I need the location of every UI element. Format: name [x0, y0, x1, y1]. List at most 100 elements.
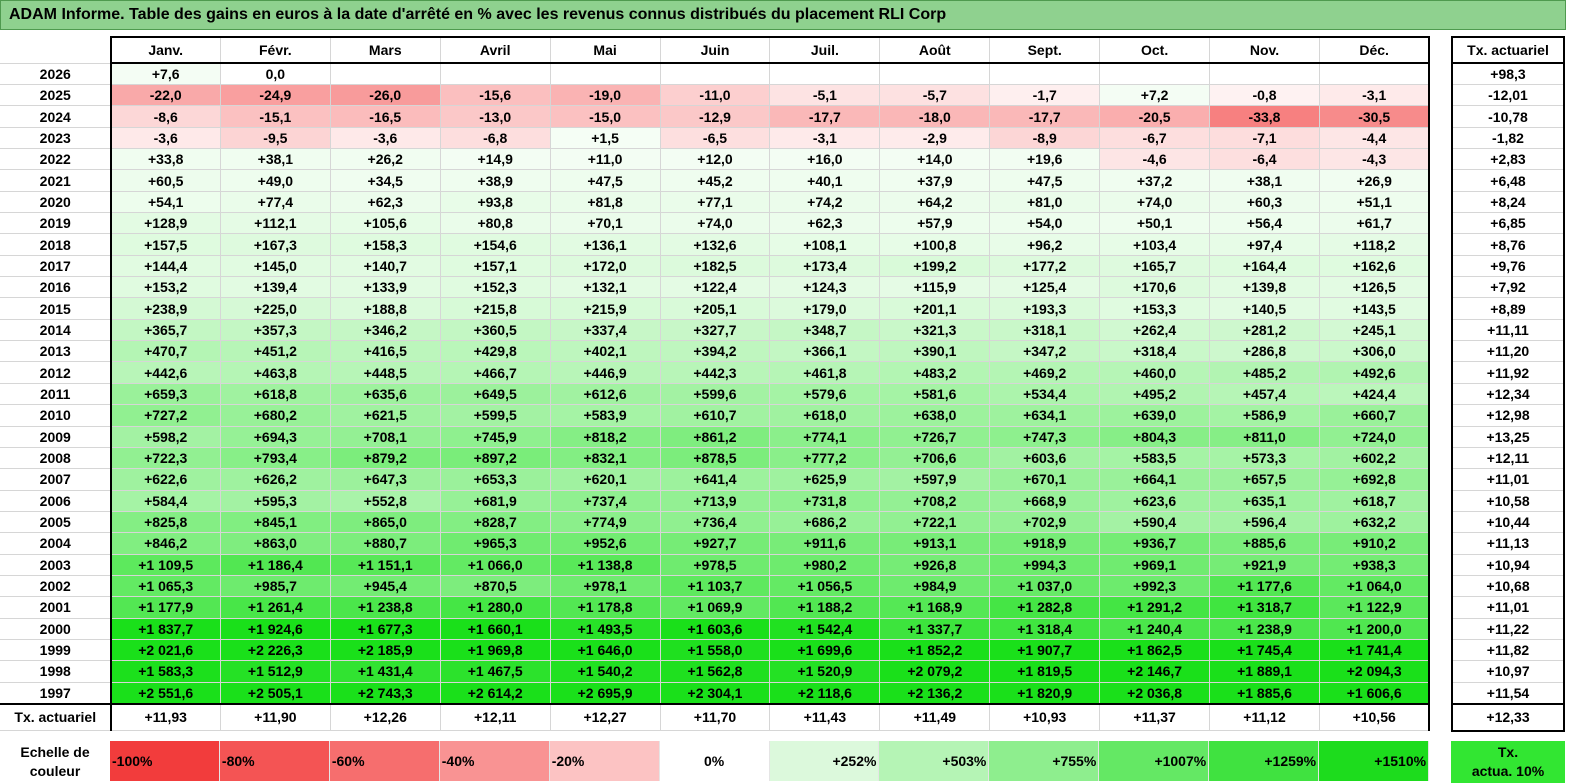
gain-cell: +81,8 [549, 190, 661, 214]
table-row: 2003 +1 109,5 +1 186,4 +1 151,1 +1 066,0 +1 1… [0, 553, 1431, 576]
legend-swatch: +252% [769, 741, 880, 781]
gain-cell: +193,3 [989, 297, 1101, 320]
table-row: 2021 +60,5 +49,0 +34,5 +38,9 +47,5 +45,2 +40,1 +… [0, 169, 1431, 192]
side-row: +9,76 [1451, 254, 1565, 278]
gain-cell: +694,3 [219, 425, 331, 448]
legend-swatch: -80% [219, 741, 330, 781]
gain-cell: +47,5 [989, 169, 1101, 192]
gain-cell: +552,8 [329, 489, 441, 512]
actuarial-rate-swatch: Tx. actua. 10% [1451, 741, 1565, 783]
year-cell: 2004 [0, 532, 112, 555]
monthly-rate-cell: +11,49 [879, 702, 991, 732]
annual-rate-cell: +10,58 [1451, 489, 1565, 512]
gain-cell: +1 852,2 [879, 638, 991, 662]
gain-cell: +1 066,0 [439, 553, 551, 576]
gain-cell: +115,9 [879, 276, 991, 299]
gain-cell: +1 103,7 [659, 574, 771, 598]
gain-cell: +936,7 [1099, 532, 1211, 555]
gain-cell: +26,2 [329, 148, 441, 171]
monthly-rate-cell: +10,93 [989, 702, 1101, 732]
gain-cell: +281,2 [1209, 318, 1320, 342]
annual-rate-cell: +8,76 [1451, 233, 1565, 256]
gain-cell: +965,3 [439, 532, 551, 555]
gain-cell: -5,1 [769, 83, 881, 107]
monthly-rate-cell: +11,70 [659, 702, 771, 732]
footer-row: Tx. actuariel +11,93 +11,90 +12,26 +12,11 +12… [0, 702, 1431, 732]
side-row: +10,94 [1451, 553, 1565, 576]
gain-cell: +442,3 [659, 361, 771, 384]
gain-cell: +37,2 [1099, 169, 1211, 192]
side-row: +11,20 [1451, 340, 1565, 363]
gain-cell: 0,0 [219, 62, 331, 85]
side-row: +2,83 [1451, 148, 1565, 171]
month-header: Janv. [110, 36, 221, 64]
gain-cell: +262,4 [1099, 318, 1211, 342]
gain-cell: +664,1 [1099, 468, 1211, 491]
gain-cell: +818,2 [549, 425, 661, 448]
gain-cell: +618,8 [219, 382, 331, 406]
gain-cell: +126,5 [1318, 276, 1431, 299]
year-cell: 2021 [0, 169, 112, 192]
year-cell: 2026 [0, 62, 112, 85]
gain-cell: +708,1 [329, 425, 441, 448]
gain-cell: +118,2 [1318, 233, 1431, 256]
gain-cell: +179,0 [769, 297, 881, 320]
gain-cell: +177,2 [989, 254, 1101, 278]
gain-cell: +74,2 [769, 190, 881, 214]
annual-rate-cell: +11,13 [1451, 532, 1565, 555]
year-cell: 1999 [0, 638, 112, 662]
gain-cell: +708,2 [879, 489, 991, 512]
gain-cell: +599,6 [659, 382, 771, 406]
gain-cell: +599,5 [439, 404, 551, 427]
gain-cell: +167,3 [219, 233, 331, 256]
gain-cell: +910,2 [1318, 532, 1431, 555]
gain-cell: +595,3 [219, 489, 331, 512]
header-row: Janv. Févr. Mars Avril Mai Juin Juil. Août Sept.… [0, 36, 1431, 64]
year-cell: 2022 [0, 148, 112, 171]
gain-cell: +583,5 [1099, 446, 1211, 470]
annual-rate-cell: +11,01 [1451, 468, 1565, 491]
gain-cell: +1 238,9 [1209, 617, 1320, 640]
gain-cell: +1 493,5 [549, 617, 661, 640]
gain-cell: +62,3 [329, 190, 441, 214]
side-row: +6,48 [1451, 169, 1565, 192]
gain-cell: +777,2 [769, 446, 881, 470]
table-row: 2005 +825,8 +845,1 +865,0 +828,7 +774,9 +736,4… [0, 510, 1431, 534]
gain-cell: +880,7 [329, 532, 441, 555]
gain-cell: +152,3 [439, 276, 551, 299]
legend-swatch: +503% [879, 741, 990, 781]
gain-cell: +125,4 [989, 276, 1101, 299]
gain-cell: +2 614,2 [439, 681, 551, 705]
gain-cell: +1,5 [549, 126, 661, 150]
side-header: Tx. actuariel [1451, 36, 1565, 64]
monthly-rate-cell: +11,12 [1209, 702, 1320, 732]
table-row: 1997 +2 551,6 +2 505,1 +2 743,3 +2 614,2 +2 6… [0, 681, 1431, 705]
annual-rate-cell: +12,98 [1451, 404, 1565, 427]
gain-cell: -30,5 [1318, 105, 1431, 128]
gain-cell: +60,3 [1209, 190, 1320, 214]
gain-cell: +2 118,6 [769, 681, 881, 705]
gain-cell: +390,1 [879, 340, 991, 363]
table-row: 2026 +7,6 0,0 [0, 62, 1431, 85]
gain-cell: +618,7 [1318, 489, 1431, 512]
month-header: Sept. [989, 36, 1101, 64]
gain-cell: +424,4 [1318, 382, 1431, 406]
gain-cell: +620,1 [549, 468, 661, 491]
gain-cell: +360,5 [439, 318, 551, 342]
gain-cell: +1 745,4 [1209, 638, 1320, 662]
gain-cell: +846,2 [110, 532, 221, 555]
gain-cell: +54,1 [110, 190, 221, 214]
year-cell: 2006 [0, 489, 112, 512]
gain-cell: +811,0 [1209, 425, 1320, 448]
side-row: +12,98 [1451, 404, 1565, 427]
gain-cell: -5,7 [879, 83, 991, 107]
gain-cell: +793,4 [219, 446, 331, 470]
gain-cell [1209, 62, 1320, 85]
gain-cell: +62,3 [769, 212, 881, 235]
gain-cell: +172,0 [549, 254, 661, 278]
gain-cell: +657,5 [1209, 468, 1320, 491]
gain-cell: +603,6 [989, 446, 1101, 470]
monthly-rate-cell: +11,43 [769, 702, 881, 732]
page-title: ADAM Informe. Table des gains en euros à… [0, 0, 1566, 30]
gain-cell: +1 558,0 [659, 638, 771, 662]
